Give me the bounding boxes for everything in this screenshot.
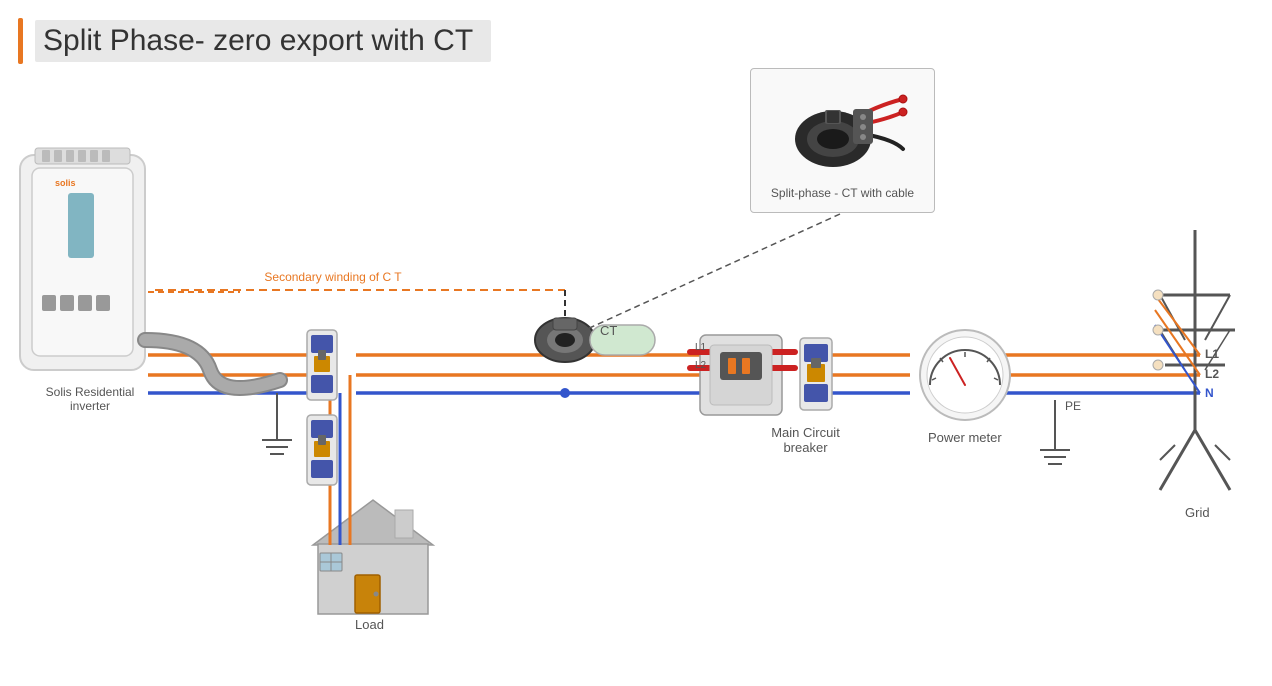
svg-text:L1: L1 (695, 342, 707, 353)
page-container: Split Phase- zero export with CT (0, 0, 1272, 686)
ct-label: CT (600, 323, 617, 338)
svg-text:L2: L2 (695, 360, 707, 371)
grid-label: Grid (1185, 505, 1210, 520)
svg-text:N: N (1205, 386, 1214, 400)
diagram-svg: solis (0, 0, 1272, 686)
svg-text:L1: L1 (1205, 347, 1219, 361)
main-circuit-breaker-label: Main Circuitbreaker (763, 425, 848, 455)
svg-text:L2: L2 (1205, 367, 1219, 381)
power-meter-label: Power meter (928, 430, 1002, 445)
inverter-label: Solis Residential inverter (25, 385, 155, 413)
load-label: Load (355, 617, 384, 632)
svg-text:PE: PE (1065, 399, 1081, 413)
svg-text:solis: solis (55, 178, 76, 188)
ct-secondary-label: Secondary winding of C T (263, 270, 403, 284)
